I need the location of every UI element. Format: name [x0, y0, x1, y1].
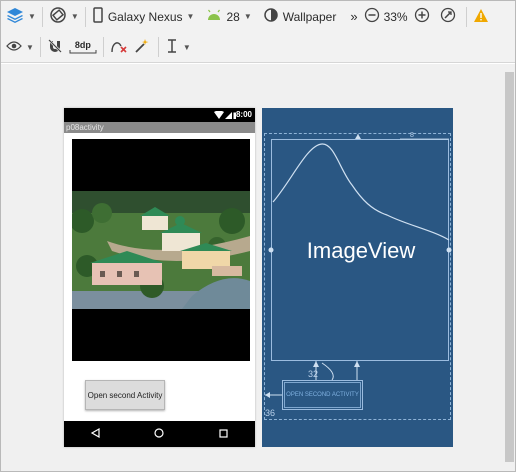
status-time: 8:00 — [235, 110, 252, 119]
blueprint-button[interactable]: OPEN SECOND ACTIVITY — [282, 380, 363, 410]
signal-wifi-icon — [214, 111, 236, 119]
chevron-down-icon: ▼ — [28, 12, 36, 21]
phone-icon — [92, 7, 104, 26]
eye-icon — [6, 40, 22, 55]
back-icon — [90, 427, 100, 441]
margin-left-label: 36 — [265, 408, 276, 418]
toolbar-divider — [41, 6, 43, 27]
zoom-in-icon — [414, 7, 430, 26]
clear-constraints-icon — [110, 38, 128, 57]
estate-photo — [72, 191, 250, 309]
magnet-off-icon — [47, 38, 63, 57]
clear-constraints-button[interactable] — [110, 32, 128, 62]
open-second-activity-button[interactable]: Open second Activity — [85, 380, 165, 410]
toolbar-divider — [465, 6, 467, 27]
layers-icon — [6, 6, 24, 27]
overflow-chevron-icon: » — [350, 9, 358, 24]
zoom-fit-icon — [440, 7, 456, 26]
guidelines-dropdown[interactable]: ▼ — [165, 32, 191, 62]
recents-icon — [219, 427, 228, 441]
toolbar-divider — [39, 37, 41, 57]
zoom-in-button[interactable] — [414, 1, 430, 32]
zoom-out-button[interactable] — [364, 1, 380, 32]
scrollbar-thumb[interactable] — [505, 72, 514, 462]
image-view-blueprint[interactable]: ImageView — [271, 139, 450, 361]
navigation-bar — [64, 421, 255, 447]
warnings-button[interactable] — [473, 1, 489, 32]
toolbar-divider — [157, 37, 159, 57]
theme-icon — [264, 8, 278, 25]
chevron-down-icon: ▼ — [70, 12, 79, 21]
android-icon — [206, 9, 222, 24]
chevron-down-icon: ▼ — [186, 12, 195, 21]
margin-icon: 8dp — [69, 40, 97, 54]
image-view-preview[interactable] — [72, 139, 250, 361]
blueprint-view[interactable]: ImageView OPEN SECOND ACTIVITY 32 36 8 — [262, 108, 453, 447]
overflow-button[interactable]: » — [350, 1, 357, 32]
zoom-out-icon — [364, 7, 380, 26]
theme-button[interactable]: Wallpaper — [264, 1, 337, 32]
chevron-down-icon: ▼ — [26, 42, 34, 52]
design-toolbar: ▼ ▼ Galaxy Nexus ▼ 28 ▼ Wallpaper » 33% — [1, 1, 515, 32]
warning-icon — [473, 8, 489, 26]
home-icon — [154, 427, 165, 441]
image-view-label: ImageView — [306, 238, 416, 263]
infer-constraints-button[interactable] — [134, 32, 150, 62]
theme-name: Wallpaper — [282, 9, 337, 24]
align-icon — [165, 38, 179, 57]
margin-top-label: 32 — [308, 369, 319, 379]
margin-right-label: 8 — [410, 132, 414, 139]
design-preview[interactable]: 8:00 p08activity Open second Activity — [64, 108, 255, 447]
view-options-dropdown[interactable]: ▼ — [6, 32, 34, 62]
chevron-down-icon: ▼ — [243, 12, 252, 21]
api-level: 28 — [226, 9, 240, 24]
default-margins-button[interactable]: 8dp — [69, 32, 97, 62]
vertical-scrollbar[interactable] — [504, 64, 515, 471]
toolbar-divider — [84, 6, 86, 27]
api-level-dropdown[interactable]: 28 ▼ — [206, 1, 252, 32]
toolbar-divider — [102, 37, 104, 57]
app-title: p08activity — [64, 122, 255, 133]
constraint-toolbar: ▼ 8dp ▼ — [1, 32, 515, 63]
design-canvas[interactable]: 8:00 p08activity Open second Activity Im… — [1, 64, 504, 471]
magic-wand-icon — [134, 38, 150, 57]
device-name: Galaxy Nexus — [107, 9, 183, 24]
autoconnect-toggle[interactable] — [47, 32, 63, 62]
orientation-dropdown[interactable]: ▼ — [49, 1, 79, 32]
blueprint-button-label: OPEN SECOND ACTIVITY — [284, 382, 361, 408]
device-dropdown[interactable]: Galaxy Nexus ▼ — [92, 1, 195, 32]
design-surface-dropdown[interactable]: ▼ — [6, 1, 36, 32]
zoom-fit-button[interactable] — [440, 1, 456, 32]
chevron-down-icon: ▼ — [182, 42, 191, 52]
status-bar: 8:00 — [64, 108, 255, 122]
zoom-level: 33% — [384, 1, 408, 32]
zoom-percent: 33% — [383, 9, 408, 24]
rotate-icon — [49, 6, 67, 27]
default-margin-value: 8dp — [74, 40, 91, 50]
